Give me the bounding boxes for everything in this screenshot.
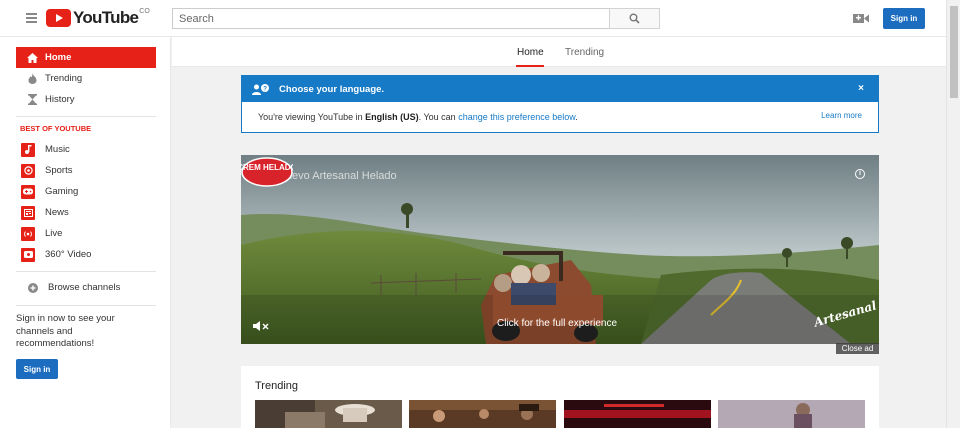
sidebar-item-label: News <box>45 207 69 218</box>
info-icon[interactable]: i <box>855 169 865 179</box>
sidebar-item-label: Browse channels <box>48 282 121 293</box>
home-icon <box>25 51 39 65</box>
svg-text:?: ? <box>263 86 267 92</box>
video-camera-icon <box>853 13 869 23</box>
sidebar-item-label: Sports <box>45 165 73 176</box>
top-header: YouTube CO Sign in <box>0 0 946 37</box>
sidebar-item-label: Home <box>45 52 72 63</box>
live-icon <box>21 226 35 241</box>
music-icon <box>21 142 35 157</box>
flame-icon <box>25 72 39 86</box>
sidebar-sign-in-button[interactable]: Sign in <box>16 359 58 379</box>
language-body-prefix: You're viewing YouTube in <box>258 112 366 122</box>
upload-video-button[interactable] <box>852 10 870 26</box>
gaming-icon <box>21 184 35 199</box>
sidebar-item-browse-channels[interactable]: Browse channels <box>16 277 156 298</box>
video-thumbnail[interactable] <box>409 400 556 428</box>
tab-home[interactable]: Home <box>517 47 544 58</box>
brand-badge-text: CREM HELADO <box>241 163 293 172</box>
play-logo-icon <box>46 9 71 27</box>
sidebar-item-label: Music <box>45 144 70 155</box>
language-body-middle: . You can <box>418 112 459 122</box>
language-body-suffix: . <box>575 112 578 122</box>
sidebar-item-home[interactable]: Home <box>16 47 156 68</box>
change-preference-link[interactable]: change this preference below <box>458 112 575 122</box>
sidebar-item-sports[interactable]: Sports <box>16 160 156 181</box>
sidebar-item-label: 360° Video <box>45 249 92 260</box>
sports-icon <box>21 163 35 178</box>
sidebar-item-news[interactable]: News <box>16 202 156 223</box>
current-language: English (US) <box>365 112 419 122</box>
language-banner-title: Choose your language. <box>279 83 385 95</box>
search-icon <box>629 13 640 24</box>
sidebar-item-trending[interactable]: Trending <box>16 68 156 89</box>
sidebar-divider <box>16 116 156 117</box>
sidebar-item-music[interactable]: Music <box>16 139 156 160</box>
sidebar: Home Trending History BEST OF YOUTUBE Mu… <box>0 37 171 428</box>
sidebar-item-history[interactable]: History <box>16 89 156 110</box>
add-circle-icon <box>26 281 40 295</box>
ad-cta-text[interactable]: Click for the full experience <box>497 318 617 329</box>
active-tab-indicator <box>516 65 544 67</box>
sign-in-button[interactable]: Sign in <box>883 8 925 29</box>
sidebar-item-label: Trending <box>45 73 83 84</box>
trending-shelf: Trending <box>241 366 879 428</box>
360-video-icon <box>21 247 35 262</box>
section-title: BEST OF YOUTUBE <box>20 124 92 133</box>
sidebar-item-label: History <box>45 94 75 105</box>
country-code: CO <box>139 8 150 15</box>
ad-scene-image <box>241 155 879 344</box>
sidebar-item-label: Gaming <box>45 186 79 197</box>
close-ad-button[interactable]: Close ad <box>836 343 879 354</box>
youtube-logo[interactable]: YouTube CO <box>46 8 150 27</box>
feed-tabs: Home Trending <box>172 37 946 67</box>
sidebar-item-360-video[interactable]: 360° Video <box>16 244 156 265</box>
scrollbar-thumb[interactable] <box>950 6 958 98</box>
page-scrollbar[interactable] <box>946 0 960 428</box>
hourglass-icon <box>25 93 39 107</box>
video-thumbnail[interactable] <box>255 400 402 428</box>
learn-more-link[interactable]: Learn more <box>821 111 862 120</box>
ad-title[interactable]: Nuevo Artesanal Helado <box>278 170 397 182</box>
video-ad[interactable]: Nuevo Artesanal Helado i Click for the f… <box>241 155 879 344</box>
video-thumbnail[interactable] <box>564 400 711 428</box>
sidebar-item-gaming[interactable]: Gaming <box>16 181 156 202</box>
search-input[interactable] <box>172 8 610 29</box>
search-button[interactable] <box>609 8 660 29</box>
sidebar-divider <box>16 271 156 272</box>
menu-icon[interactable] <box>26 13 37 23</box>
logo-text: YouTube <box>73 8 139 27</box>
language-banner-body: You're viewing YouTube in English (US). … <box>242 102 878 122</box>
signin-prompt-text: Sign in now to see your channels and rec… <box>16 313 115 349</box>
sidebar-item-live[interactable]: Live <box>16 223 156 244</box>
mute-icon[interactable] <box>253 320 271 332</box>
close-icon[interactable]: × <box>858 83 864 94</box>
shelf-title[interactable]: Trending <box>255 380 298 392</box>
sidebar-divider <box>16 305 156 306</box>
video-thumbnail[interactable] <box>718 400 865 428</box>
language-people-icon: ? <box>252 83 270 95</box>
crem-helado-logo: CREM HELADO <box>241 157 293 187</box>
tab-trending[interactable]: Trending <box>565 47 604 58</box>
news-icon <box>21 205 35 220</box>
language-banner: ? Choose your language. × You're viewing… <box>241 75 879 133</box>
language-banner-header: ? Choose your language. × <box>242 76 878 102</box>
sidebar-item-label: Live <box>45 228 63 239</box>
